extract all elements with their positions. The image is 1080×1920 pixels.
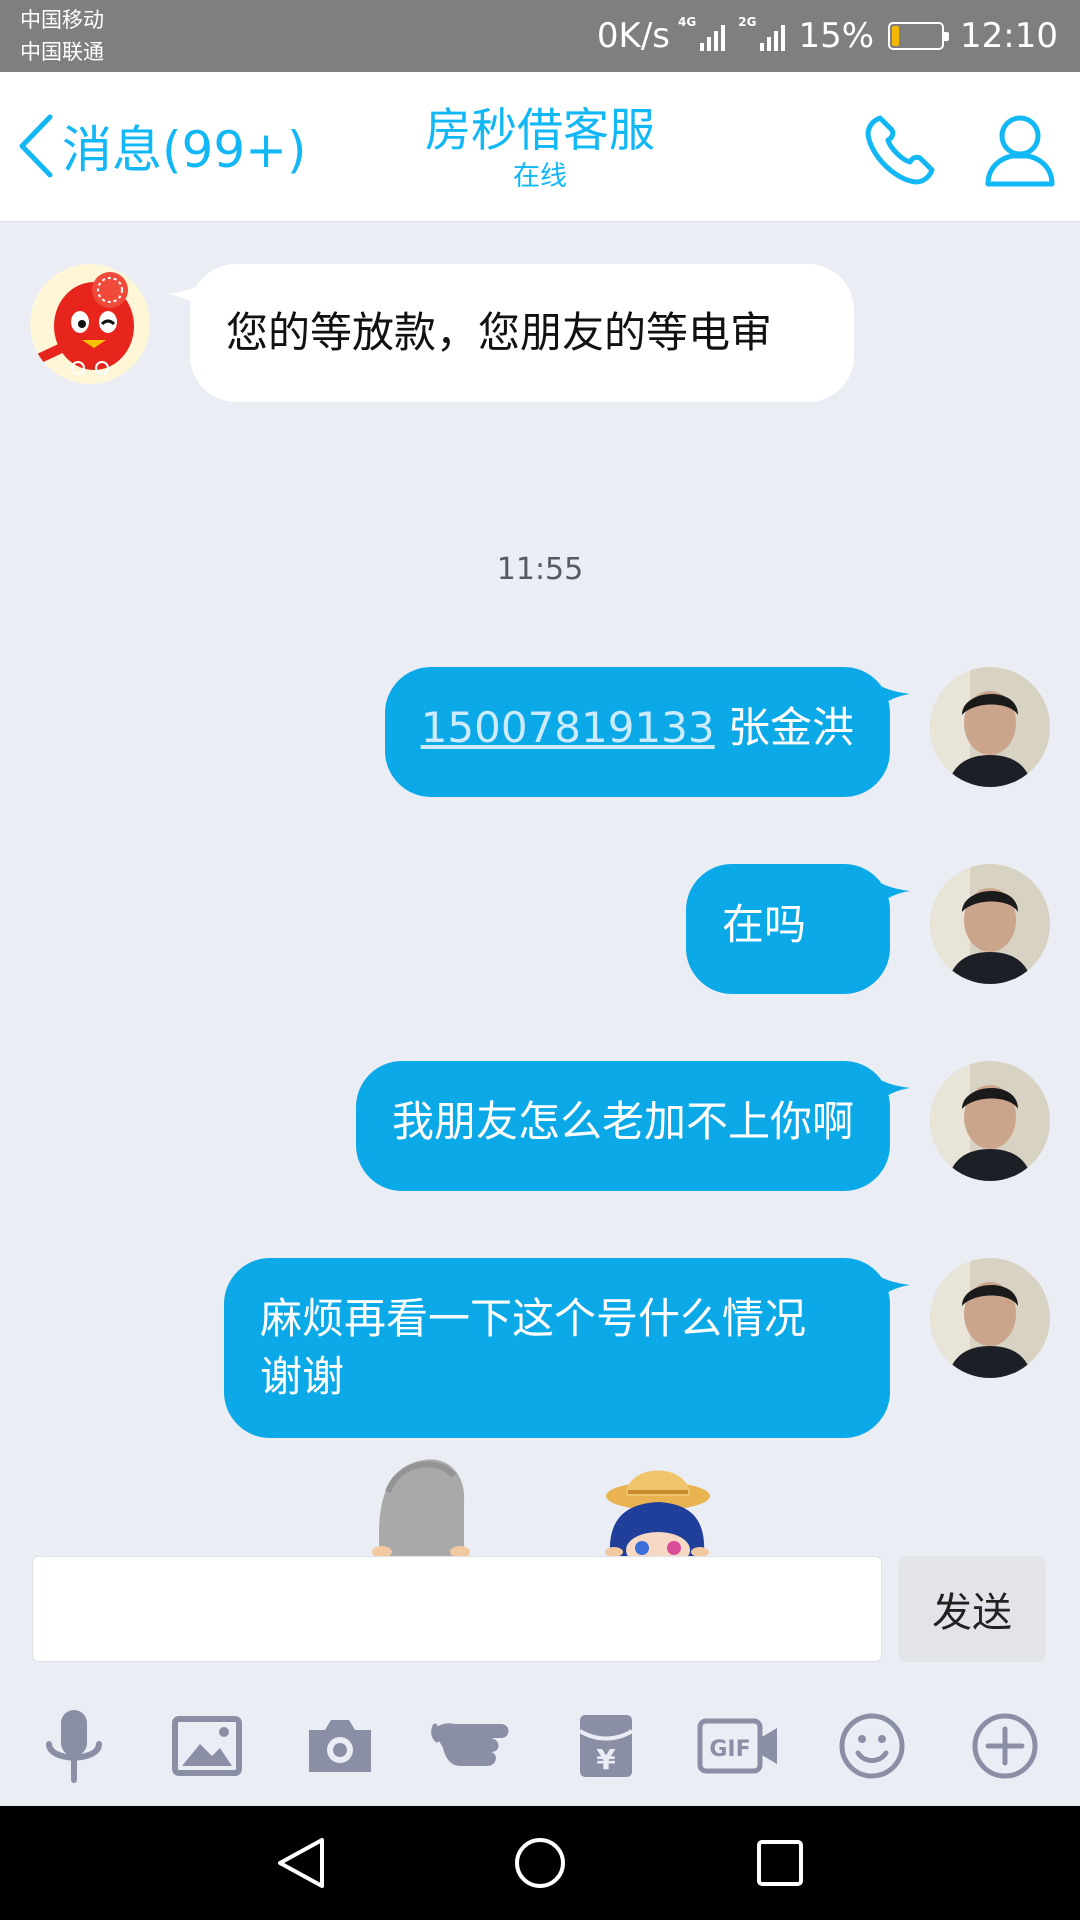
bubble-tail [874, 879, 910, 909]
call-button[interactable] [860, 110, 940, 190]
message-text: 您的等放款，您朋友的等电审 [226, 308, 773, 357]
chevron-left-icon [19, 114, 53, 178]
peeking-character-hat-icon [605, 1470, 710, 1556]
mascot-avatar-icon [30, 264, 150, 384]
message-text: 张金洪 [714, 703, 854, 752]
user-avatar[interactable] [930, 667, 1050, 787]
battery-percent: 15% [798, 16, 875, 56]
status-bar: 中国移动 中国联通 0K/s 4G 2G 15% 12:10 [0, 0, 1080, 72]
incoming-message[interactable]: 您的等放款，您朋友的等电审 [190, 264, 854, 402]
send-button[interactable]: 发送 [898, 1556, 1046, 1662]
svg-text:GIF: GIF [709, 1737, 750, 1762]
user-photo-icon [930, 1258, 1050, 1378]
net-type-1: 4G [678, 15, 697, 29]
time-divider: 11:55 [496, 552, 584, 587]
user-photo-icon [930, 864, 1050, 984]
carrier-1: 中国移动 [20, 8, 104, 32]
status-indicators: 0K/s 4G 2G 15% 12:10 [597, 0, 1058, 72]
back-label: 消息(99+) [62, 121, 307, 179]
user-icon [985, 115, 1055, 187]
clock: 12:10 [960, 16, 1058, 56]
emoji-button[interactable] [824, 1698, 920, 1794]
message-text: 我朋友怎么老加不上你啊 [391, 1097, 854, 1146]
title-block: 房秒借客服 在线 [340, 102, 740, 194]
battery-level [892, 26, 900, 46]
user-avatar[interactable] [930, 1258, 1050, 1378]
nav-recents-icon[interactable] [745, 1828, 815, 1898]
camera-icon [309, 1720, 371, 1772]
carrier-2: 中国联通 [20, 40, 104, 64]
outgoing-message[interactable]: 在吗 [686, 864, 890, 994]
svg-text:¥: ¥ [596, 1743, 616, 1776]
message-input[interactable] [32, 1556, 882, 1662]
chat-header: 消息(99+) 房秒借客服 在线 [0, 72, 1080, 222]
signal-icon [760, 25, 786, 51]
poke-icon [431, 1723, 509, 1766]
outgoing-message[interactable]: 我朋友怎么老加不上你啊 [355, 1061, 890, 1191]
net-speed: 0K/s [596, 16, 671, 56]
system-nav-bar [0, 1806, 1080, 1920]
agent-avatar[interactable] [30, 264, 150, 384]
image-button[interactable] [159, 1698, 255, 1794]
peeking-character-grey-icon [372, 1459, 470, 1556]
battery-icon [888, 22, 950, 50]
gif-icon: GIF [697, 1718, 777, 1774]
net-type-2: 2G [738, 15, 757, 29]
user-photo-icon [930, 1061, 1050, 1181]
camera-button[interactable] [292, 1698, 388, 1794]
red-packet-icon: ¥ [578, 1715, 634, 1777]
phone-icon [865, 115, 935, 185]
image-icon [172, 1716, 242, 1776]
signal-icon [700, 25, 726, 51]
bubble-tail [874, 682, 910, 712]
chat-area[interactable]: 您的等放款，您朋友的等电审 11:55 15007819133 张金洪 在吗 我… [0, 222, 1080, 1556]
online-status: 在线 [513, 161, 567, 192]
user-avatar[interactable] [930, 864, 1050, 984]
bubble-tail [874, 1076, 910, 1106]
outgoing-message[interactable]: 15007819133 张金洪 [384, 667, 890, 797]
message-text: 麻烦再看一下这个号什么情况 谢谢 [260, 1294, 807, 1401]
more-button[interactable] [957, 1698, 1053, 1794]
nav-back-icon[interactable] [266, 1828, 336, 1898]
composer: 发送 [0, 1556, 1080, 1664]
nav-home-icon[interactable] [505, 1828, 575, 1898]
phone-number-link[interactable]: 15007819133 [421, 703, 715, 752]
poke-button[interactable] [425, 1698, 521, 1794]
microphone-icon [46, 1710, 102, 1783]
page-title: 房秒借客服 [425, 103, 655, 157]
back-button[interactable]: 消息(99+) [16, 110, 307, 182]
user-avatar[interactable] [930, 1061, 1050, 1181]
plus-icon [972, 1713, 1038, 1779]
user-photo-icon [930, 667, 1050, 787]
bubble-tail [874, 1273, 910, 1303]
message-text: 在吗 [722, 900, 807, 949]
outgoing-message[interactable]: 麻烦再看一下这个号什么情况 谢谢 [224, 1258, 890, 1438]
red-packet-button[interactable]: ¥ [558, 1698, 654, 1794]
gif-button[interactable]: GIF [691, 1698, 787, 1794]
input-toolbar: ¥ GIF [0, 1690, 1080, 1802]
voice-button[interactable] [26, 1698, 122, 1794]
profile-button[interactable] [980, 110, 1060, 190]
emoji-icon [839, 1713, 905, 1779]
